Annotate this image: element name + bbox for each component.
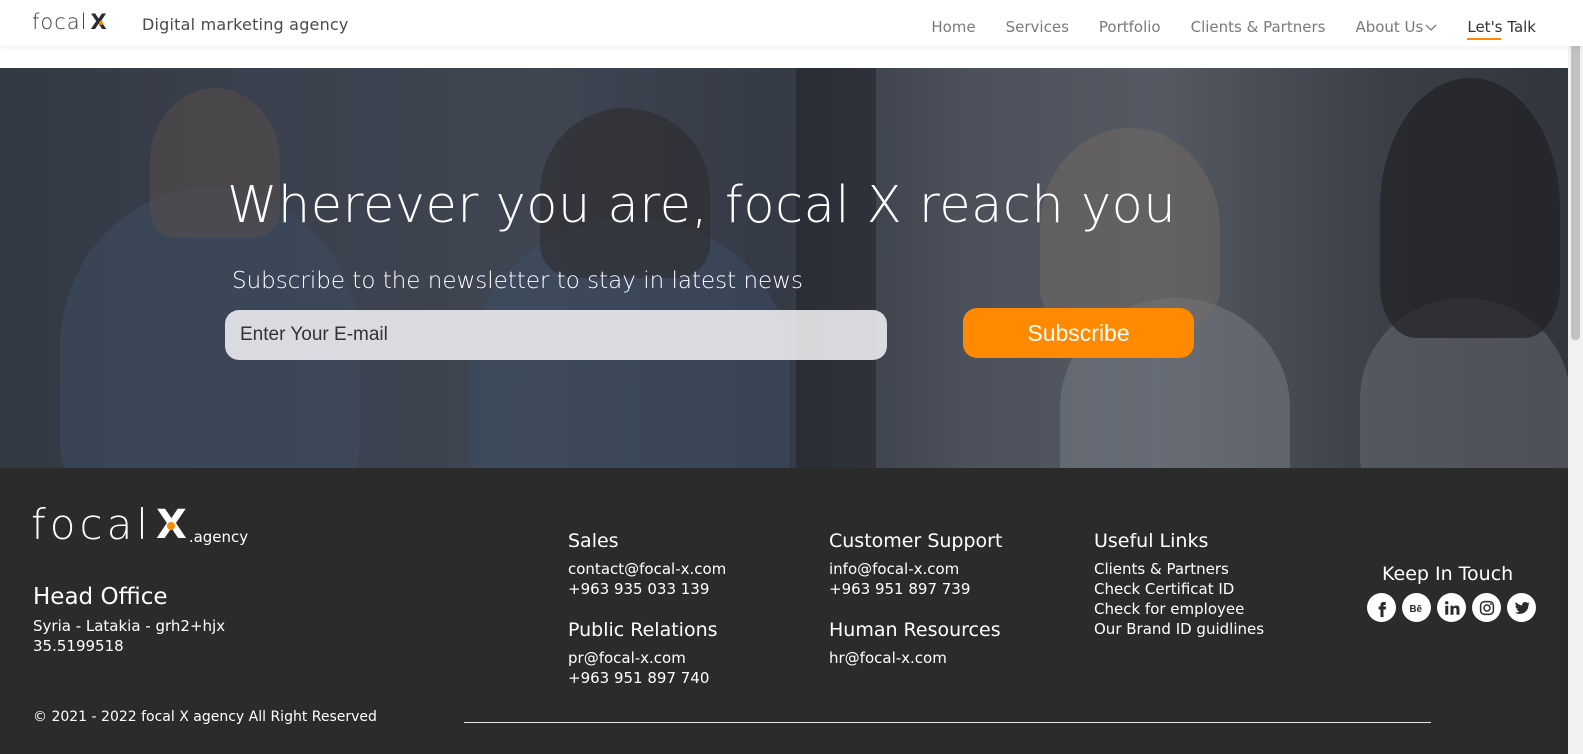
nav-about-us[interactable]: About Us — [1355, 18, 1437, 36]
human-resources-contacts: hr@focal-x.com — [829, 648, 947, 668]
facebook-icon[interactable] — [1367, 593, 1396, 622]
header-tagline: Digital marketing agency — [142, 15, 349, 34]
head-office-title: Head Office — [33, 584, 168, 610]
sales-contacts: contact@focal-x.com +963 935 033 139 — [568, 559, 726, 599]
chevron-down-icon — [1425, 24, 1437, 31]
public-relations-contacts: pr@focal-x.com +963 951 897 740 — [568, 648, 709, 688]
page-scrollbar[interactable] — [1568, 0, 1583, 754]
useful-links-title: Useful Links — [1094, 530, 1209, 552]
behance-icon[interactable]: Bē — [1402, 593, 1431, 622]
keep-in-touch-title: Keep In Touch — [1382, 563, 1514, 585]
footer-divider — [464, 722, 1431, 723]
footer-logo-x-mark: X — [156, 504, 187, 546]
footer-logo-text: focal — [31, 500, 152, 549]
newsletter-email-input[interactable] — [225, 310, 887, 360]
newsletter-hero: Wherever you are, focal X reach you Subs… — [0, 68, 1568, 468]
customer-support-contacts: info@focal-x.com +963 951 897 739 — [829, 559, 970, 599]
nav-about-us-label: About Us — [1355, 18, 1424, 36]
hero-subtitle: Subscribe to the newsletter to stay in l… — [232, 268, 803, 294]
support-email-link[interactable]: info@focal-x.com — [829, 559, 970, 579]
header-logo[interactable]: focal X — [32, 10, 108, 34]
head-office-address: Syria - Latakia - grh2+hjx — [33, 617, 226, 635]
site-footer: focal X .agency Head Office Syria - Lata… — [0, 468, 1568, 754]
footer-logo[interactable]: focal X .agency — [31, 500, 249, 549]
twitter-icon[interactable] — [1507, 593, 1536, 622]
link-check-employee[interactable]: Check for employee — [1094, 599, 1264, 619]
hr-email-link[interactable]: hr@focal-x.com — [829, 648, 947, 668]
linkedin-icon[interactable] — [1437, 593, 1466, 622]
nav-services[interactable]: Services — [1006, 18, 1069, 36]
scrollbar-thumb[interactable] — [1571, 40, 1580, 340]
hero-title: Wherever you are, focal X reach you — [227, 176, 1177, 235]
pr-phone-link[interactable]: +963 951 897 740 — [568, 668, 709, 688]
nav-home[interactable]: Home — [931, 18, 975, 36]
nav-lets-talk[interactable]: Let's Talk — [1467, 18, 1536, 40]
head-office-info: Syria - Latakia - grh2+hjx 35.5199518 — [33, 616, 225, 656]
svg-text:Bē: Bē — [1409, 603, 1422, 614]
sales-email-link[interactable]: contact@focal-x.com — [568, 559, 726, 579]
link-brand-id-guidelines[interactable]: Our Brand ID guidlines — [1094, 619, 1264, 639]
nav-portfolio[interactable]: Portfolio — [1099, 18, 1161, 36]
sales-title: Sales — [568, 530, 619, 552]
pr-email-link[interactable]: pr@focal-x.com — [568, 648, 709, 668]
logo-text: focal — [32, 10, 88, 34]
support-phone-link[interactable]: +963 951 897 739 — [829, 579, 970, 599]
copyright-text: © 2021 - 2022 focal X agency All Right R… — [33, 709, 377, 725]
useful-links-list: Clients & Partners Check Certificat ID C… — [1094, 559, 1264, 639]
human-resources-title: Human Resources — [829, 619, 1001, 641]
social-links: Bē — [1367, 593, 1536, 622]
link-check-certificate-id[interactable]: Check Certificat ID — [1094, 579, 1264, 599]
head-office-coords: 35.5199518 — [33, 637, 124, 655]
link-clients-partners[interactable]: Clients & Partners — [1094, 559, 1264, 579]
main-nav: Home Services Portfolio Clients & Partne… — [931, 18, 1536, 40]
nav-clients-partners[interactable]: Clients & Partners — [1191, 18, 1326, 36]
public-relations-title: Public Relations — [568, 619, 718, 641]
subscribe-button[interactable]: Subscribe — [963, 308, 1194, 358]
site-header: focal X Digital marketing agency Home Se… — [0, 0, 1583, 46]
sales-phone-link[interactable]: +963 935 033 139 — [568, 579, 726, 599]
instagram-icon[interactable] — [1472, 593, 1501, 622]
customer-support-title: Customer Support — [829, 530, 1003, 552]
footer-logo-suffix: .agency — [188, 528, 249, 546]
header-spacer — [0, 46, 1583, 68]
logo-x-mark: X — [91, 10, 108, 34]
